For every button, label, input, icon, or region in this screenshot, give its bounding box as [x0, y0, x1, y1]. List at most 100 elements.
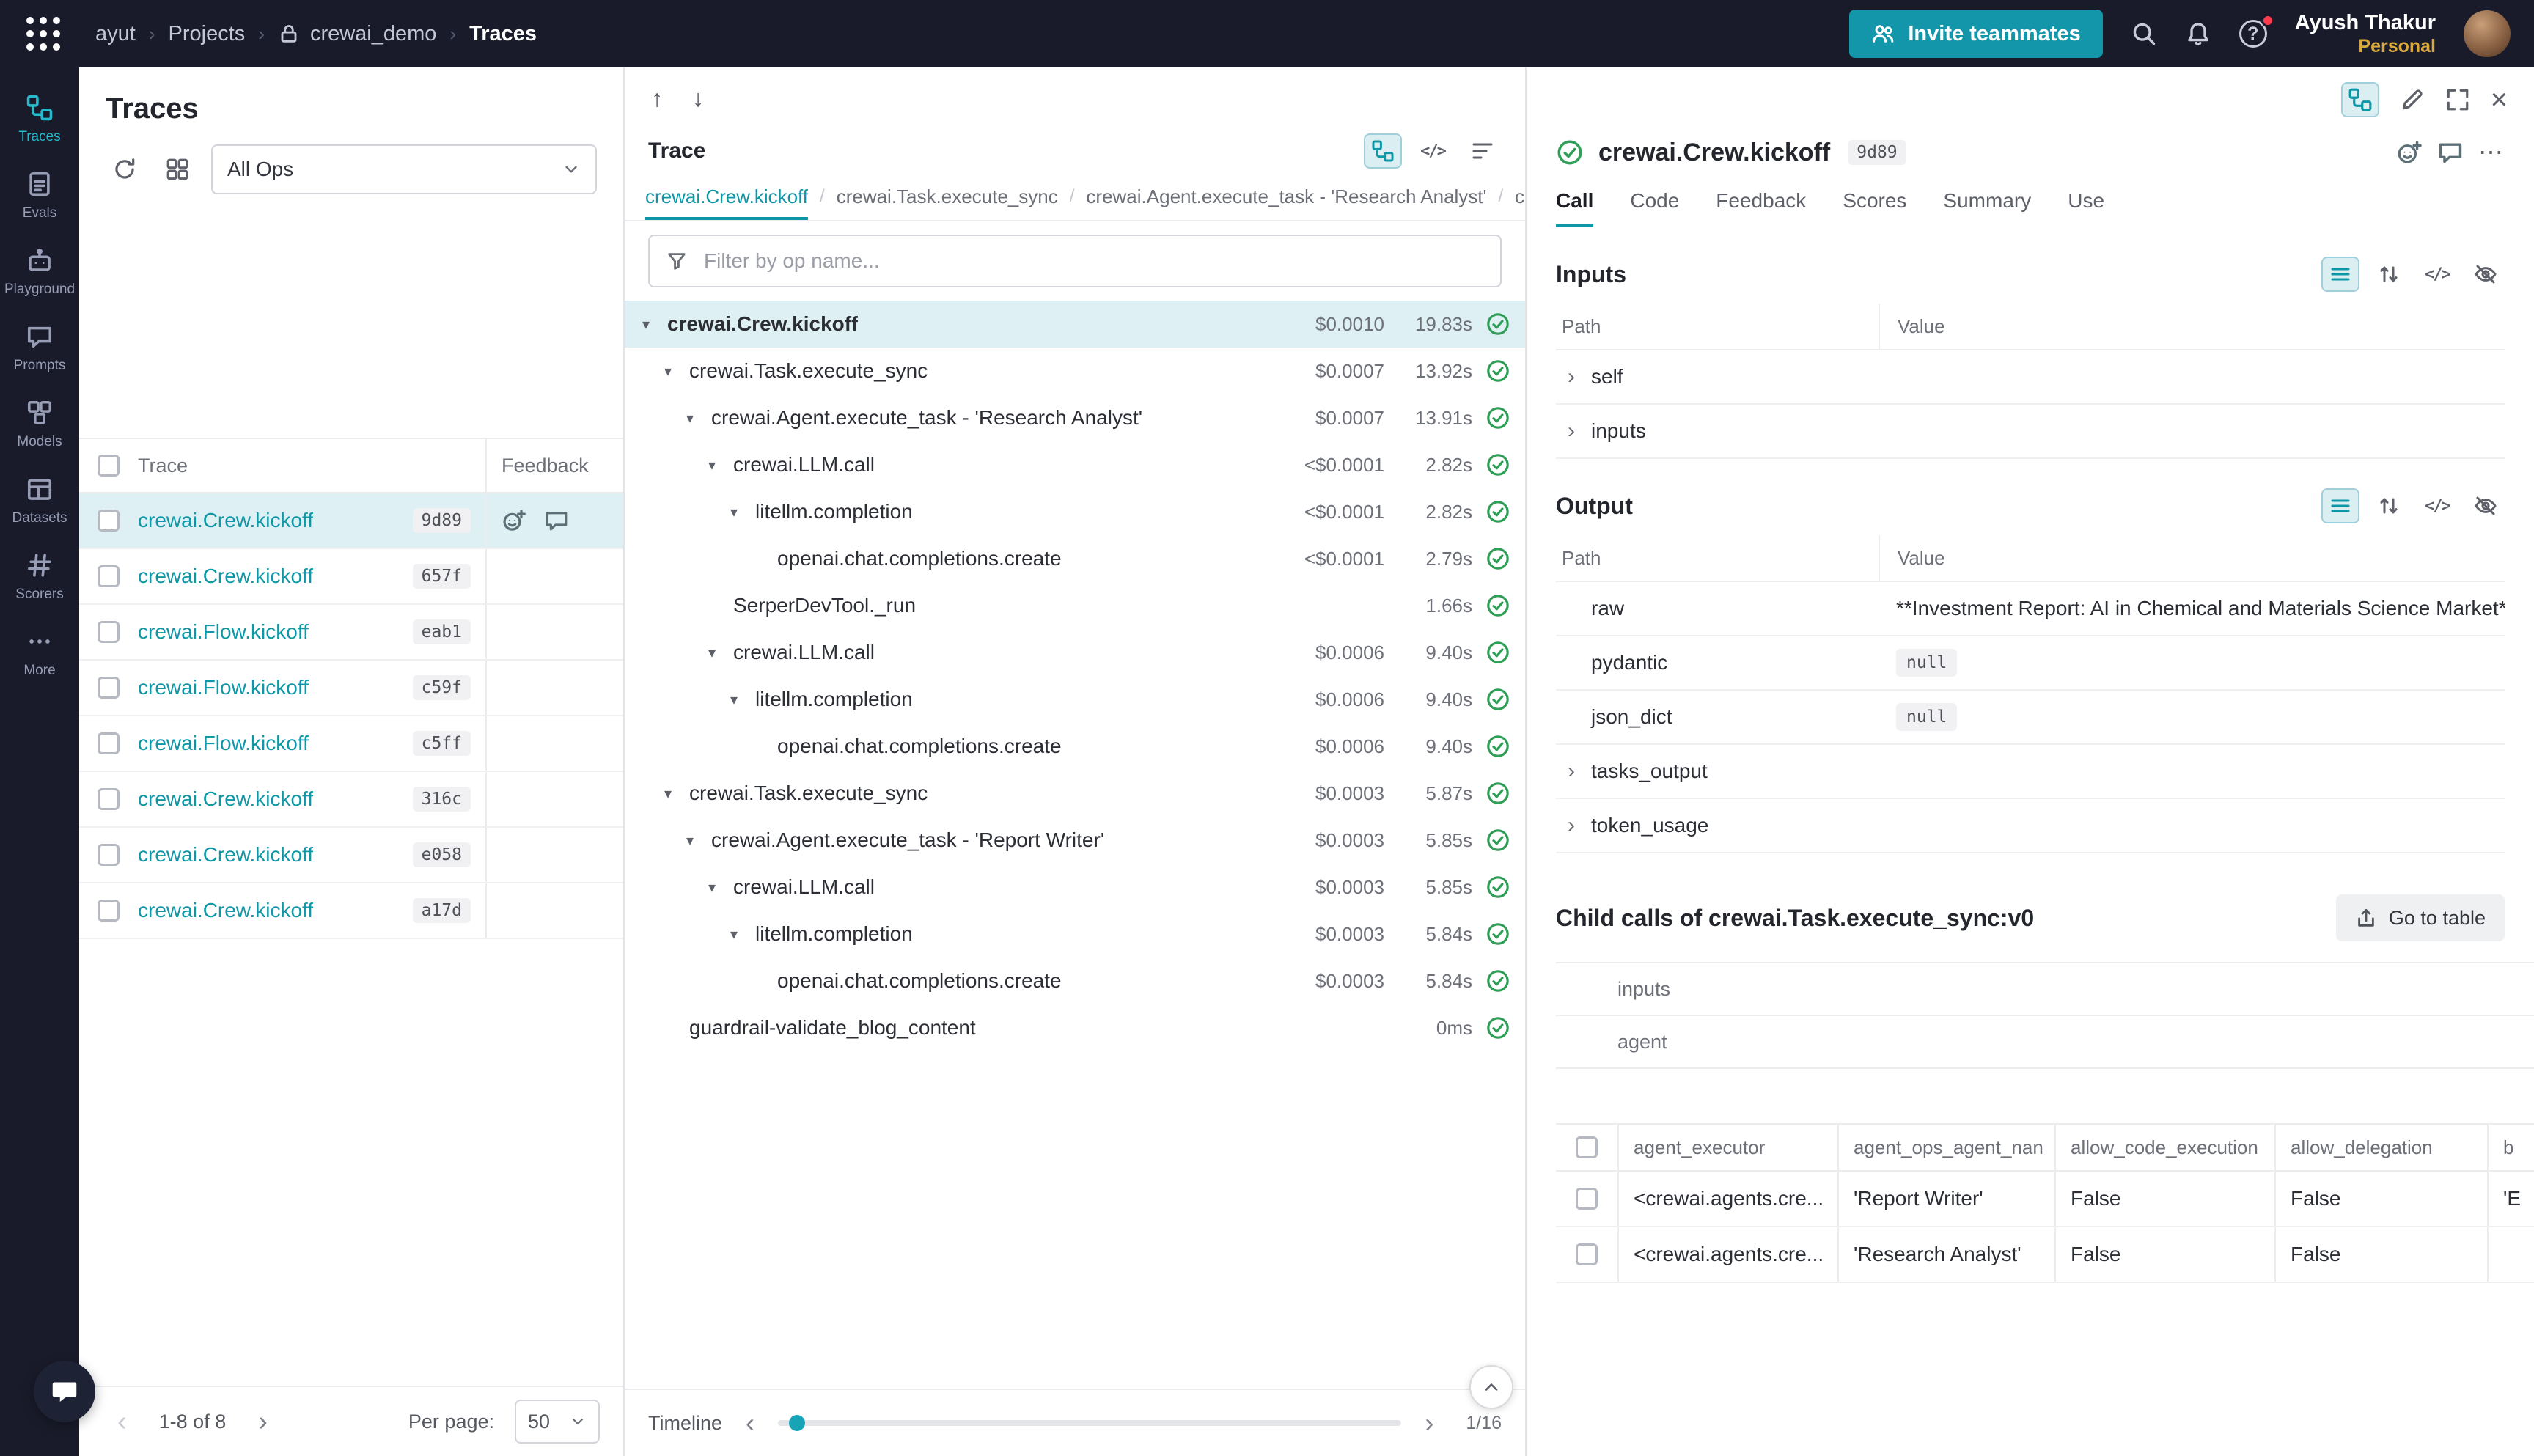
chevron-down-icon[interactable]: ▾	[642, 315, 667, 334]
slider-knob[interactable]	[789, 1415, 805, 1431]
breadcrumb-projects[interactable]: Projects	[169, 22, 246, 46]
user-menu[interactable]: Ayush Thakur Personal	[2295, 10, 2436, 58]
add-reaction-button[interactable]	[2396, 139, 2423, 166]
chevron-right-icon[interactable]: ›	[1562, 760, 1581, 782]
fullscreen-button[interactable]	[2445, 87, 2470, 112]
trace-row[interactable]: crewai.Flow.kickoff c59f	[79, 661, 623, 716]
call-tab[interactable]: Call	[1556, 189, 1593, 227]
trace-row[interactable]: crewai.Flow.kickoff eab1	[79, 605, 623, 661]
avatar[interactable]	[2464, 10, 2511, 57]
view-rows-button[interactable]	[2321, 488, 2359, 523]
select-all-checkbox[interactable]	[1576, 1136, 1598, 1158]
sidebar-item-more[interactable]: More	[0, 616, 79, 692]
per-page-select[interactable]: 50	[515, 1400, 600, 1444]
select-all-checkbox[interactable]	[98, 455, 120, 477]
input-row[interactable]: › self	[1556, 350, 2505, 405]
trace-name-link[interactable]: crewai.Flow.kickoff	[138, 732, 309, 755]
output-row[interactable]: › pydantic null	[1556, 636, 2505, 691]
tree-view-button[interactable]	[1364, 133, 1402, 169]
tree-row[interactable]: ▾ crewai.Crew.kickoff $0.0010 19.83s	[625, 301, 1525, 348]
child-call-row[interactable]: <crewai.agents.cre... 'Report Writer' Fa…	[1556, 1172, 2534, 1227]
edit-button[interactable]	[2400, 87, 2425, 112]
tree-row[interactable]: ▾ crewai.Task.execute_sync $0.0003 5.87s	[625, 770, 1525, 817]
breadcrumb-tab[interactable]: crewai.Task.execute_sync	[837, 173, 1058, 220]
output-row[interactable]: › json_dict null	[1556, 691, 2505, 745]
chevron-right-icon[interactable]: ›	[1562, 815, 1581, 837]
next-call-button[interactable]: ↓	[692, 85, 704, 112]
chevron-down-icon[interactable]: ▾	[664, 362, 689, 380]
row-checkbox[interactable]	[98, 900, 120, 922]
call-tab[interactable]: Feedback	[1716, 189, 1806, 227]
comment-button[interactable]	[2437, 139, 2464, 166]
trace-name-link[interactable]: crewai.Crew.kickoff	[138, 509, 313, 532]
output-row[interactable]: › token_usage	[1556, 799, 2505, 853]
call-tab[interactable]: Summary	[1943, 189, 2031, 227]
tree-row[interactable]: ▾ litellm.completion $0.0003 5.84s	[625, 911, 1525, 957]
chevron-down-icon[interactable]: ▾	[664, 784, 689, 803]
column-header-allow-code-execution[interactable]: allow_code_execution	[2054, 1125, 2274, 1170]
trace-row[interactable]: crewai.Crew.kickoff a17d	[79, 883, 623, 939]
column-header-b[interactable]: b	[2487, 1125, 2534, 1170]
sidebar-item-prompts[interactable]: Prompts	[0, 311, 79, 387]
timeline-prev[interactable]: ‹	[734, 1410, 766, 1436]
invite-teammates-button[interactable]: Invite teammates	[1849, 10, 2102, 58]
sidebar-item-scorers[interactable]: Scorers	[0, 540, 79, 616]
breadcrumb-entity[interactable]: ayut	[95, 22, 136, 46]
call-tab[interactable]: Use	[2068, 189, 2104, 227]
pagination-prev[interactable]: ‹	[103, 1408, 142, 1435]
code-view-button[interactable]: </>	[1414, 133, 1452, 169]
breadcrumb-project[interactable]: crewai_demo	[278, 22, 436, 46]
notifications-bell-icon[interactable]	[2185, 21, 2211, 47]
hide-values-button[interactable]	[2467, 257, 2505, 292]
chevron-down-icon[interactable]: ▾	[686, 831, 711, 850]
flame-view-button[interactable]	[1464, 133, 1502, 169]
trace-row[interactable]: crewai.Crew.kickoff 657f	[79, 549, 623, 605]
trace-name-link[interactable]: crewai.Crew.kickoff	[138, 899, 313, 922]
tree-toggle-button[interactable]	[2341, 82, 2379, 117]
tree-row[interactable]: ▾ crewai.LLM.call <$0.0001 2.82s	[625, 441, 1525, 488]
ops-filter-select[interactable]: All Ops	[211, 144, 597, 194]
tree-row[interactable]: ▾ litellm.completion $0.0006 9.40s	[625, 676, 1525, 723]
row-checkbox[interactable]	[98, 844, 120, 866]
pagination-next[interactable]: ›	[243, 1408, 282, 1435]
trace-name-link[interactable]: crewai.Flow.kickoff	[138, 676, 309, 699]
trace-row[interactable]: crewai.Crew.kickoff 316c	[79, 772, 623, 828]
chat-launcher[interactable]	[34, 1361, 95, 1422]
trace-row[interactable]: crewai.Flow.kickoff c5ff	[79, 716, 623, 772]
call-tab[interactable]: Scores	[1843, 189, 1906, 227]
refresh-button[interactable]	[106, 150, 144, 188]
help-icon[interactable]: ?	[2239, 20, 2267, 48]
sidebar-item-traces[interactable]: Traces	[0, 82, 79, 158]
close-button[interactable]: ×	[2491, 85, 2508, 114]
child-call-row[interactable]: <crewai.agents.cre... 'Research Analyst'…	[1556, 1227, 2534, 1283]
chevron-down-icon[interactable]: ▾	[686, 409, 711, 427]
breadcrumb-tab[interactable]: crewai.Crew.kickoff	[645, 173, 808, 220]
call-tab[interactable]: Code	[1630, 189, 1679, 227]
trace-name-link[interactable]: crewai.Crew.kickoff	[138, 565, 313, 588]
previous-call-button[interactable]: ↑	[651, 85, 663, 112]
output-row[interactable]: › raw **Investment Report: AI in Chemica…	[1556, 582, 2505, 636]
tree-row[interactable]: ▾ crewai.Task.execute_sync $0.0007 13.92…	[625, 348, 1525, 394]
tree-row[interactable]: ▾ guardrail-validate_blog_content 0ms	[625, 1004, 1525, 1051]
chevron-right-icon[interactable]: ›	[1562, 420, 1581, 442]
chevron-down-icon[interactable]: ▾	[730, 503, 755, 521]
trace-row[interactable]: crewai.Crew.kickoff e058	[79, 828, 623, 883]
timeline-next[interactable]: ›	[1413, 1410, 1445, 1436]
columns-button[interactable]	[158, 150, 197, 188]
row-checkbox[interactable]	[98, 788, 120, 810]
row-checkbox[interactable]	[98, 677, 120, 699]
tree-row[interactable]: ▾ openai.chat.completions.create $0.0003…	[625, 957, 1525, 1004]
sidebar-item-evals[interactable]: Evals	[0, 158, 79, 235]
trace-name-link[interactable]: crewai.Crew.kickoff	[138, 787, 313, 811]
trace-row[interactable]: crewai.Crew.kickoff 9d89	[79, 493, 623, 549]
expand-rows-button[interactable]	[2370, 257, 2408, 292]
tree-row[interactable]: ▾ crewai.Agent.execute_task - 'Report Wr…	[625, 817, 1525, 864]
chevron-down-icon[interactable]: ▾	[708, 644, 733, 662]
chevron-down-icon[interactable]: ▾	[730, 691, 755, 709]
chevron-down-icon[interactable]: ▾	[708, 878, 733, 897]
chevron-down-icon[interactable]: ▾	[730, 925, 755, 944]
search-icon[interactable]	[2131, 21, 2157, 47]
tree-row[interactable]: ▾ litellm.completion <$0.0001 2.82s	[625, 488, 1525, 535]
view-code-button[interactable]: </>	[2418, 257, 2456, 292]
row-checkbox[interactable]	[98, 621, 120, 643]
